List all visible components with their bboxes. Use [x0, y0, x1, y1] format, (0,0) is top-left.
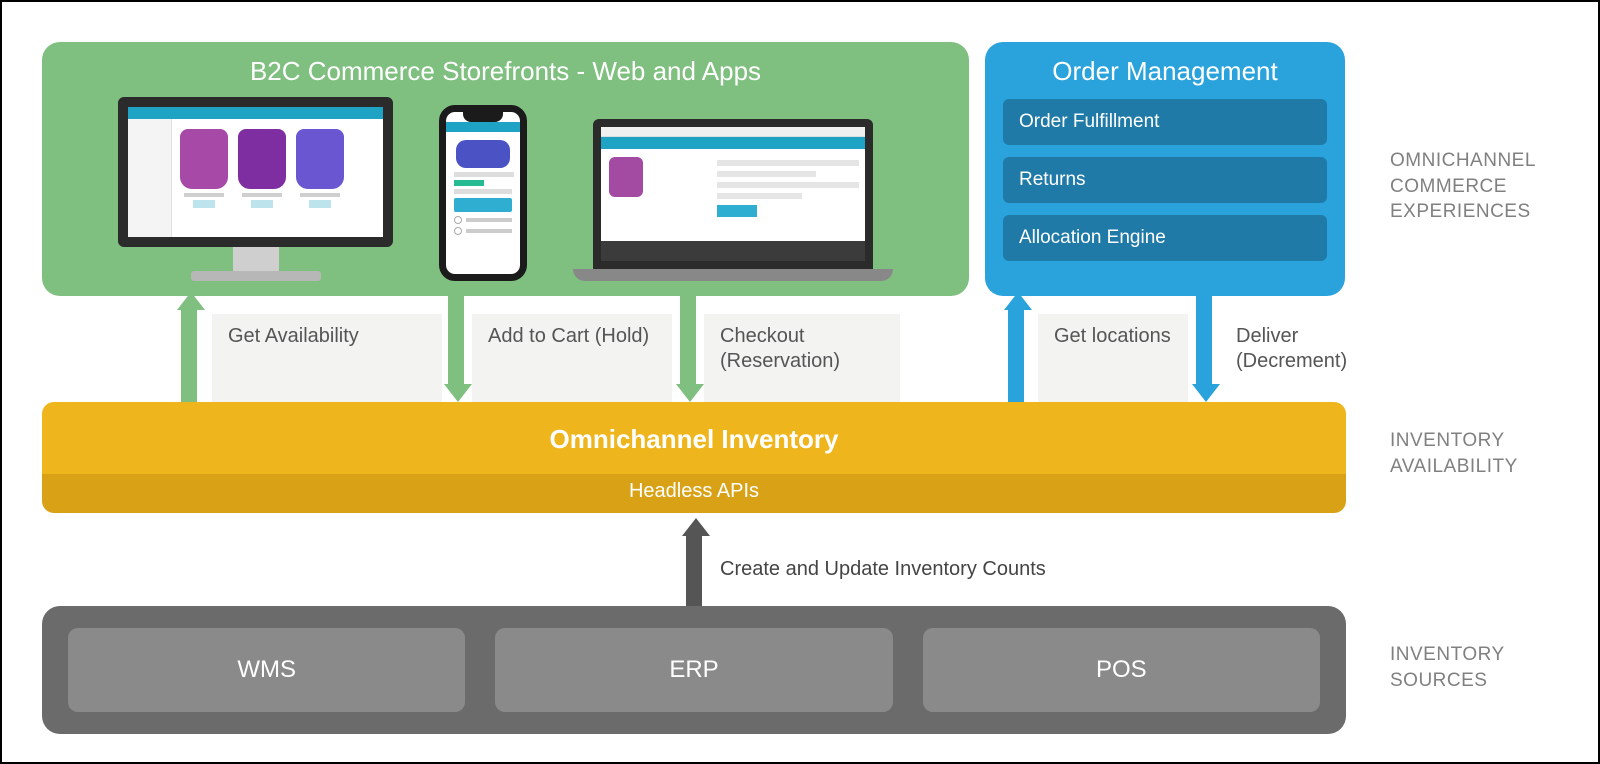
- flow-get-availability: Get Availability: [212, 314, 442, 404]
- returns-item: Returns: [1003, 157, 1327, 203]
- arrow-down-icon: [676, 292, 700, 402]
- label-sources: INVENTORY SOURCES: [1390, 642, 1580, 693]
- storefronts-title: B2C Commerce Storefronts - Web and Apps: [62, 56, 949, 87]
- sources-bar: WMS ERP POS: [42, 606, 1346, 734]
- inventory-title: Omnichannel Inventory: [42, 424, 1346, 455]
- midflow-label: Create and Update Inventory Counts: [720, 558, 1046, 581]
- device-mockups: [62, 97, 949, 281]
- source-pos: POS: [923, 628, 1320, 712]
- mobile-phone-icon: [439, 105, 527, 281]
- order-management-card: Order Management Order Fulfillment Retur…: [985, 42, 1345, 296]
- flow-checkout: Checkout (Reservation): [704, 314, 900, 404]
- arrow-up-icon: [177, 292, 201, 402]
- architecture-diagram: B2C Commerce Storefronts - Web and Apps: [2, 2, 1598, 762]
- arrow-down-icon: [444, 292, 468, 402]
- source-wms: WMS: [68, 628, 465, 712]
- label-availability: INVENTORY AVAILABILITY: [1390, 428, 1580, 479]
- flow-deliver: Deliver (Decrement): [1220, 314, 1390, 404]
- arrow-up-icon: [1004, 292, 1028, 402]
- arrow-up-icon: [682, 518, 706, 608]
- desktop-monitor-icon: [118, 97, 393, 281]
- inventory-subtitle: Headless APIs: [42, 474, 1346, 513]
- order-management-title: Order Management: [1003, 56, 1327, 87]
- inventory-bar: Omnichannel Inventory: [42, 402, 1346, 477]
- order-fulfillment-item: Order Fulfillment: [1003, 99, 1327, 145]
- laptop-icon: [573, 119, 893, 281]
- allocation-engine-item: Allocation Engine: [1003, 215, 1327, 261]
- flow-get-locations: Get locations: [1038, 314, 1188, 404]
- source-erp: ERP: [495, 628, 892, 712]
- flow-add-to-cart: Add to Cart (Hold): [472, 314, 672, 404]
- storefronts-card: B2C Commerce Storefronts - Web and Apps: [42, 42, 969, 296]
- arrow-down-icon: [1192, 292, 1216, 402]
- label-experiences: OMNICHANNEL COMMERCE EXPERIENCES: [1390, 148, 1580, 225]
